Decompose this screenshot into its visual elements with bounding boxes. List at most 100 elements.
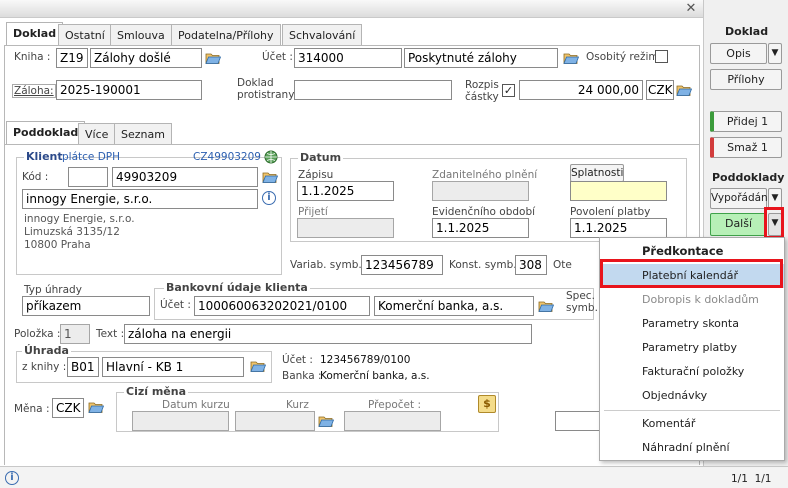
ucet-code-field[interactable]: 314000 [294,48,402,68]
address-line: innogy Energie, s.r.o. [24,213,135,225]
uhrada-ucet-label: Účet : [282,354,313,366]
zdanitelne-plneni-field [432,181,529,201]
uhrada-kniha-name-field[interactable]: Hlavní - KB 1 [102,357,244,377]
zapisu-label: Zápisu [298,169,334,181]
uhrada-kniha-code-field[interactable]: B01 [67,357,99,377]
tab-doklad[interactable]: Doklad [6,22,64,46]
folder-open-icon[interactable] [563,52,579,65]
prilohy-button[interactable]: Přílohy [710,69,782,90]
dalsi-button[interactable]: Další [710,213,767,236]
opis-dropdown-button[interactable]: ▼ [768,43,782,64]
title-bar [0,0,703,18]
typ-uhrady-field[interactable]: příkazem [22,296,150,316]
kod-field[interactable]: 49903209 [112,167,258,187]
povoleni-platby-field[interactable]: 1.1.2025 [570,218,667,238]
bank-ucet-field[interactable]: 100060063202021/0100 [194,296,370,316]
platebni-kalendar-highlight [600,259,783,288]
prepocet-label: Přepočet : [368,399,422,411]
amount-field[interactable]: 24 000,00 [519,80,643,100]
bottom-right-field[interactable] [555,411,600,431]
zapisu-field[interactable]: 1.1.2025 [297,181,394,201]
splatnosti-field[interactable] [570,181,667,201]
prijeti-field [297,218,394,238]
doklad-protistrany-label: Doklad protistrany [237,77,295,101]
folder-open-icon[interactable] [205,52,221,65]
currency-field[interactable]: CZK [646,80,674,100]
menu-item-objednavky[interactable]: Objednávky [600,384,784,408]
tab-smlouva[interactable]: Smlouva [110,24,172,46]
platce-dph-label: plátce DPH [62,151,121,163]
menu-item-nahradni-plneni[interactable]: Náhradní plnění [600,436,784,460]
klient-address: innogy Energie, s.r.o. Limuzská 3135/12 … [24,213,135,252]
status-bar [0,466,788,488]
uhrada-ucet-value: 123456789/0100 [320,354,411,366]
folder-open-icon[interactable] [88,401,104,414]
menu-item-fakturacni-polozky[interactable]: Fakturační položky [600,360,784,384]
folder-open-icon[interactable] [318,415,334,428]
klient-name-field[interactable]: innogy Energie, s.r.o. [22,189,258,209]
menu-item-parametry-platby[interactable]: Parametry platby [600,336,784,360]
polozka-field: 1 [60,324,90,344]
kod-prefix-field[interactable] [68,167,108,187]
pridej-button[interactable]: Přidej 1 [710,111,782,132]
evidencni-obdobi-field[interactable]: 1.1.2025 [432,218,529,238]
sidebar-poddoklady-title: Poddoklady [712,171,785,184]
zdanitelne-plneni-label: Zdanitelného plnění [432,169,538,181]
prijeti-label: Přijetí [298,206,328,218]
info-icon[interactable]: i [5,471,19,485]
menu-item-parametry-skonta[interactable]: Parametry skonta [600,312,784,336]
tab-poddoklad[interactable]: Poddoklad [6,121,86,145]
kurz-field [235,411,315,431]
povoleni-platby-label: Povolení platby [570,206,651,218]
vyporadani-dropdown-button[interactable]: ▼ [768,188,782,209]
polozka-label: Položka : [14,328,61,340]
opis-button[interactable]: Opis [710,43,767,64]
folder-open-icon[interactable] [250,360,266,373]
datum-kurzu-label: Datum kurzu [162,399,230,411]
folder-open-icon[interactable] [538,300,554,313]
uhrada-title: Úhrada [22,344,71,357]
bank-name-field[interactable]: Komerční banka, a.s. [374,296,534,316]
text-field[interactable]: záloha na energii [124,324,532,344]
currency-exchange-icon[interactable]: $ [478,395,496,413]
sidebar-doklad-title: Doklad [725,25,769,38]
konst-symb-label: Konst. symb. [449,259,517,271]
ucet-label: Účet : [262,51,293,63]
osobity-rezim-checkbox[interactable] [655,50,668,63]
splatnosti-button[interactable]: Splatnosti [570,164,624,182]
vyporadani-button[interactable]: Vypořádání [710,188,771,209]
kniha-name-field[interactable]: Zálohy došlé [90,48,202,68]
typ-uhrady-label: Typ úhrady [24,284,82,296]
datum-kurzu-field [132,411,229,431]
menu-item-komentar[interactable]: Komentář [600,412,784,436]
doklad-protistrany-field[interactable] [294,80,452,100]
tab-schvalovani[interactable]: Schvalování [282,24,363,46]
cizi-mena-title: Cizí měna [124,385,189,398]
kniha-code-field[interactable]: Z19 [56,48,88,68]
globe-icon[interactable] [264,150,278,164]
tab-vice[interactable]: Více [78,123,116,145]
menu-item-dobropis[interactable]: Dobropis k dokladům [600,288,784,312]
rozpis-castky-checkbox[interactable]: ✓ [502,84,515,97]
uhrada-banka-label: Banka : [282,370,322,382]
ucet-name-field[interactable]: Poskytnuté zálohy [404,48,558,68]
zaloha-field[interactable]: 2025-190001 [56,80,202,100]
variab-symb-field[interactable]: 123456789 [361,255,443,275]
tab-ostatni[interactable]: Ostatní [58,24,112,46]
konst-symb-field[interactable]: 308 [515,255,547,275]
mena-field[interactable]: CZK [52,398,84,418]
smaz-button[interactable]: Smaž 1 [710,137,782,158]
paging-label: 1/1 1/1 [731,473,772,485]
info-icon[interactable]: i [262,191,276,205]
tab-podatelna[interactable]: Podatelna/Přílohy [171,24,281,46]
tab-seznam[interactable]: Seznam [114,123,172,145]
folder-open-icon[interactable] [676,84,692,97]
kniha-label: Kniha : [14,51,51,63]
rozpis-castky-label: Rozpis částky [465,79,499,103]
z-knihy-label: z knihy : [22,361,67,373]
menu-separator [604,410,780,411]
uhrada-banka-value: Komerční banka, a.s. [320,370,430,382]
folder-open-icon[interactable] [262,171,278,184]
window-close-icon[interactable]: ✕ [684,2,698,16]
zaloha-label[interactable]: Záloha: [12,84,56,98]
